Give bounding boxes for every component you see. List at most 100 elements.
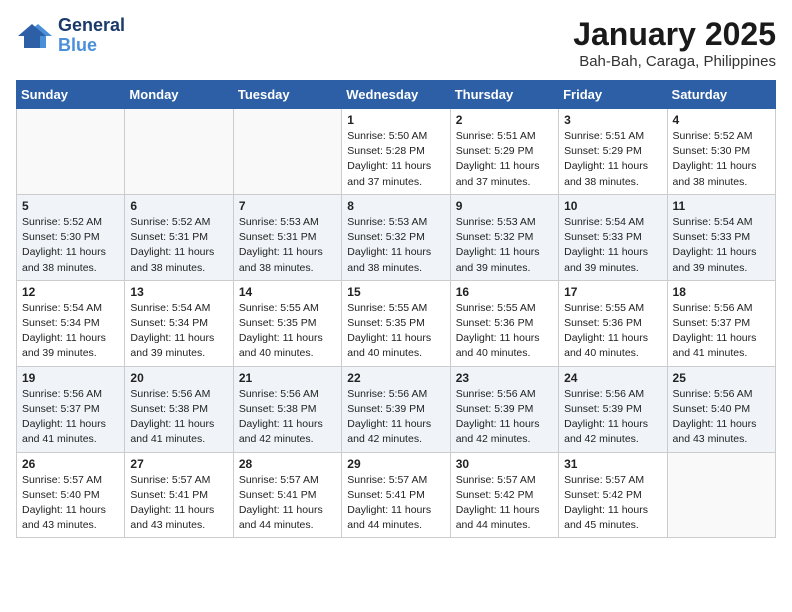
- calendar-cell: 25 Sunrise: 5:56 AMSunset: 5:40 PMDayligh…: [667, 366, 775, 452]
- column-header-thursday: Thursday: [450, 81, 558, 109]
- calendar-cell: 29 Sunrise: 5:57 AMSunset: 5:41 PMDayligh…: [342, 452, 450, 538]
- day-info: Sunrise: 5:51 AMSunset: 5:29 PMDaylight:…: [456, 129, 553, 190]
- calendar-subtitle: Bah-Bah, Caraga, Philippines: [573, 53, 776, 70]
- day-number: 4: [673, 113, 770, 127]
- day-number: 12: [22, 285, 119, 299]
- calendar-table: SundayMondayTuesdayWednesdayThursdayFrid…: [16, 80, 776, 538]
- calendar-cell: 28Sunrise: 5:57 AMSunset: 5:41 PMDayligh…: [233, 452, 341, 538]
- day-number: 6: [130, 199, 227, 213]
- day-info: Sunrise: 5:52 AMSunset: 5:30 PMDaylight:…: [673, 129, 770, 190]
- day-number: 21: [239, 371, 336, 385]
- day-info: Sunrise: 5:56 AMSunset: 5:38 PMDaylight:…: [130, 387, 227, 448]
- day-info: Sunrise: 5:54 AMSunset: 5:34 PMDaylight:…: [130, 301, 227, 362]
- calendar-cell: 2Sunrise: 5:51 AMSunset: 5:29 PMDaylight…: [450, 109, 558, 195]
- calendar-cell: 31 Sunrise: 5:57 AMSunset: 5:42 PMDayligh…: [559, 452, 667, 538]
- day-info: Sunrise: 5:53 AMSunset: 5:31 PMDaylight:…: [239, 215, 336, 276]
- column-header-sunday: Sunday: [17, 81, 125, 109]
- calendar-cell: 27 Sunrise: 5:57 AMSunset: 5:41 PMDayligh…: [125, 452, 233, 538]
- calendar-cell: [125, 109, 233, 195]
- day-number: 25: [673, 371, 770, 385]
- calendar-cell: 20 Sunrise: 5:56 AMSunset: 5:38 PMDayligh…: [125, 366, 233, 452]
- day-number: 5: [22, 199, 119, 213]
- calendar-cell: 14Sunrise: 5:55 AMSunset: 5:35 PMDayligh…: [233, 280, 341, 366]
- day-info: Sunrise: 5:56 AMSunset: 5:39 PMDaylight:…: [564, 387, 661, 448]
- column-header-wednesday: Wednesday: [342, 81, 450, 109]
- page-header: General Blue January 2025 Bah-Bah, Carag…: [16, 16, 776, 70]
- day-info: Sunrise: 5:57 AMSunset: 5:40 PMDaylight:…: [22, 473, 119, 534]
- day-number: 14: [239, 285, 336, 299]
- calendar-cell: 1Sunrise: 5:50 AMSunset: 5:28 PMDaylight…: [342, 109, 450, 195]
- day-info: Sunrise: 5:56 AMSunset: 5:39 PMDaylight:…: [456, 387, 553, 448]
- day-info: Sunrise: 5:57 AMSunset: 5:41 PMDaylight:…: [130, 473, 227, 534]
- day-info: Sunrise: 5:52 AMSunset: 5:31 PMDaylight:…: [130, 215, 227, 276]
- day-number: 27: [130, 457, 227, 471]
- calendar-cell: [233, 109, 341, 195]
- calendar-cell: 23 Sunrise: 5:56 AMSunset: 5:39 PMDayligh…: [450, 366, 558, 452]
- calendar-cell: 13 Sunrise: 5:54 AMSunset: 5:34 PMDayligh…: [125, 280, 233, 366]
- day-number: 9: [456, 199, 553, 213]
- day-info: Sunrise: 5:54 AMSunset: 5:33 PMDaylight:…: [673, 215, 770, 276]
- day-info: Sunrise: 5:53 AMSunset: 5:32 PMDaylight:…: [456, 215, 553, 276]
- calendar-cell: 15Sunrise: 5:55 AMSunset: 5:35 PMDayligh…: [342, 280, 450, 366]
- day-info: Sunrise: 5:55 AMSunset: 5:36 PMDaylight:…: [456, 301, 553, 362]
- week-row-5: 26 Sunrise: 5:57 AMSunset: 5:40 PMDayligh…: [17, 452, 776, 538]
- day-info: Sunrise: 5:57 AMSunset: 5:41 PMDaylight:…: [239, 473, 336, 534]
- calendar-cell: 24 Sunrise: 5:56 AMSunset: 5:39 PMDayligh…: [559, 366, 667, 452]
- day-info: Sunrise: 5:56 AMSunset: 5:40 PMDaylight:…: [673, 387, 770, 448]
- logo-line1: General: [58, 16, 125, 36]
- calendar-cell: 7 Sunrise: 5:53 AMSunset: 5:31 PMDaylight…: [233, 194, 341, 280]
- calendar-body: 1Sunrise: 5:50 AMSunset: 5:28 PMDaylight…: [17, 109, 776, 538]
- calendar-cell: 12 Sunrise: 5:54 AMSunset: 5:34 PMDayligh…: [17, 280, 125, 366]
- calendar-cell: 5 Sunrise: 5:52 AMSunset: 5:30 PMDaylight…: [17, 194, 125, 280]
- day-number: 19: [22, 371, 119, 385]
- day-info: Sunrise: 5:56 AMSunset: 5:39 PMDaylight:…: [347, 387, 444, 448]
- calendar-title: January 2025: [573, 16, 776, 53]
- day-info: Sunrise: 5:57 AMSunset: 5:41 PMDaylight:…: [347, 473, 444, 534]
- column-header-monday: Monday: [125, 81, 233, 109]
- day-number: 8: [347, 199, 444, 213]
- day-number: 7: [239, 199, 336, 213]
- calendar-header-row: SundayMondayTuesdayWednesdayThursdayFrid…: [17, 81, 776, 109]
- day-info: Sunrise: 5:50 AMSunset: 5:28 PMDaylight:…: [347, 129, 444, 190]
- day-number: 16: [456, 285, 553, 299]
- title-block: January 2025 Bah-Bah, Caraga, Philippine…: [573, 16, 776, 70]
- day-info: Sunrise: 5:57 AMSunset: 5:42 PMDaylight:…: [564, 473, 661, 534]
- day-info: Sunrise: 5:56 AMSunset: 5:37 PMDaylight:…: [673, 301, 770, 362]
- calendar-cell: 19 Sunrise: 5:56 AMSunset: 5:37 PMDayligh…: [17, 366, 125, 452]
- day-number: 24: [564, 371, 661, 385]
- calendar-cell: [17, 109, 125, 195]
- day-number: 13: [130, 285, 227, 299]
- day-info: Sunrise: 5:54 AMSunset: 5:34 PMDaylight:…: [22, 301, 119, 362]
- calendar-cell: 8Sunrise: 5:53 AMSunset: 5:32 PMDaylight…: [342, 194, 450, 280]
- day-info: Sunrise: 5:56 AMSunset: 5:38 PMDaylight:…: [239, 387, 336, 448]
- calendar-cell: 11Sunrise: 5:54 AMSunset: 5:33 PMDayligh…: [667, 194, 775, 280]
- day-number: 20: [130, 371, 227, 385]
- week-row-4: 19 Sunrise: 5:56 AMSunset: 5:37 PMDayligh…: [17, 366, 776, 452]
- calendar-cell: 26 Sunrise: 5:57 AMSunset: 5:40 PMDayligh…: [17, 452, 125, 538]
- calendar-cell: 17Sunrise: 5:55 AMSunset: 5:36 PMDayligh…: [559, 280, 667, 366]
- day-info: Sunrise: 5:54 AMSunset: 5:33 PMDaylight:…: [564, 215, 661, 276]
- logo-icon: [16, 22, 52, 50]
- day-number: 23: [456, 371, 553, 385]
- day-info: Sunrise: 5:55 AMSunset: 5:35 PMDaylight:…: [347, 301, 444, 362]
- day-number: 30: [456, 457, 553, 471]
- calendar-cell: 9 Sunrise: 5:53 AMSunset: 5:32 PMDaylight…: [450, 194, 558, 280]
- day-info: Sunrise: 5:56 AMSunset: 5:37 PMDaylight:…: [22, 387, 119, 448]
- column-header-friday: Friday: [559, 81, 667, 109]
- calendar-cell: 3 Sunrise: 5:51 AMSunset: 5:29 PMDaylight…: [559, 109, 667, 195]
- day-number: 10: [564, 199, 661, 213]
- logo-line2: Blue: [58, 36, 125, 56]
- logo: General Blue: [16, 16, 125, 56]
- day-number: 26: [22, 457, 119, 471]
- day-info: Sunrise: 5:51 AMSunset: 5:29 PMDaylight:…: [564, 129, 661, 190]
- day-number: 31: [564, 457, 661, 471]
- day-number: 22: [347, 371, 444, 385]
- day-number: 3: [564, 113, 661, 127]
- calendar-cell: [667, 452, 775, 538]
- day-number: 17: [564, 285, 661, 299]
- day-number: 29: [347, 457, 444, 471]
- column-header-tuesday: Tuesday: [233, 81, 341, 109]
- calendar-cell: 10 Sunrise: 5:54 AMSunset: 5:33 PMDayligh…: [559, 194, 667, 280]
- day-info: Sunrise: 5:52 AMSunset: 5:30 PMDaylight:…: [22, 215, 119, 276]
- calendar-cell: 18Sunrise: 5:56 AMSunset: 5:37 PMDayligh…: [667, 280, 775, 366]
